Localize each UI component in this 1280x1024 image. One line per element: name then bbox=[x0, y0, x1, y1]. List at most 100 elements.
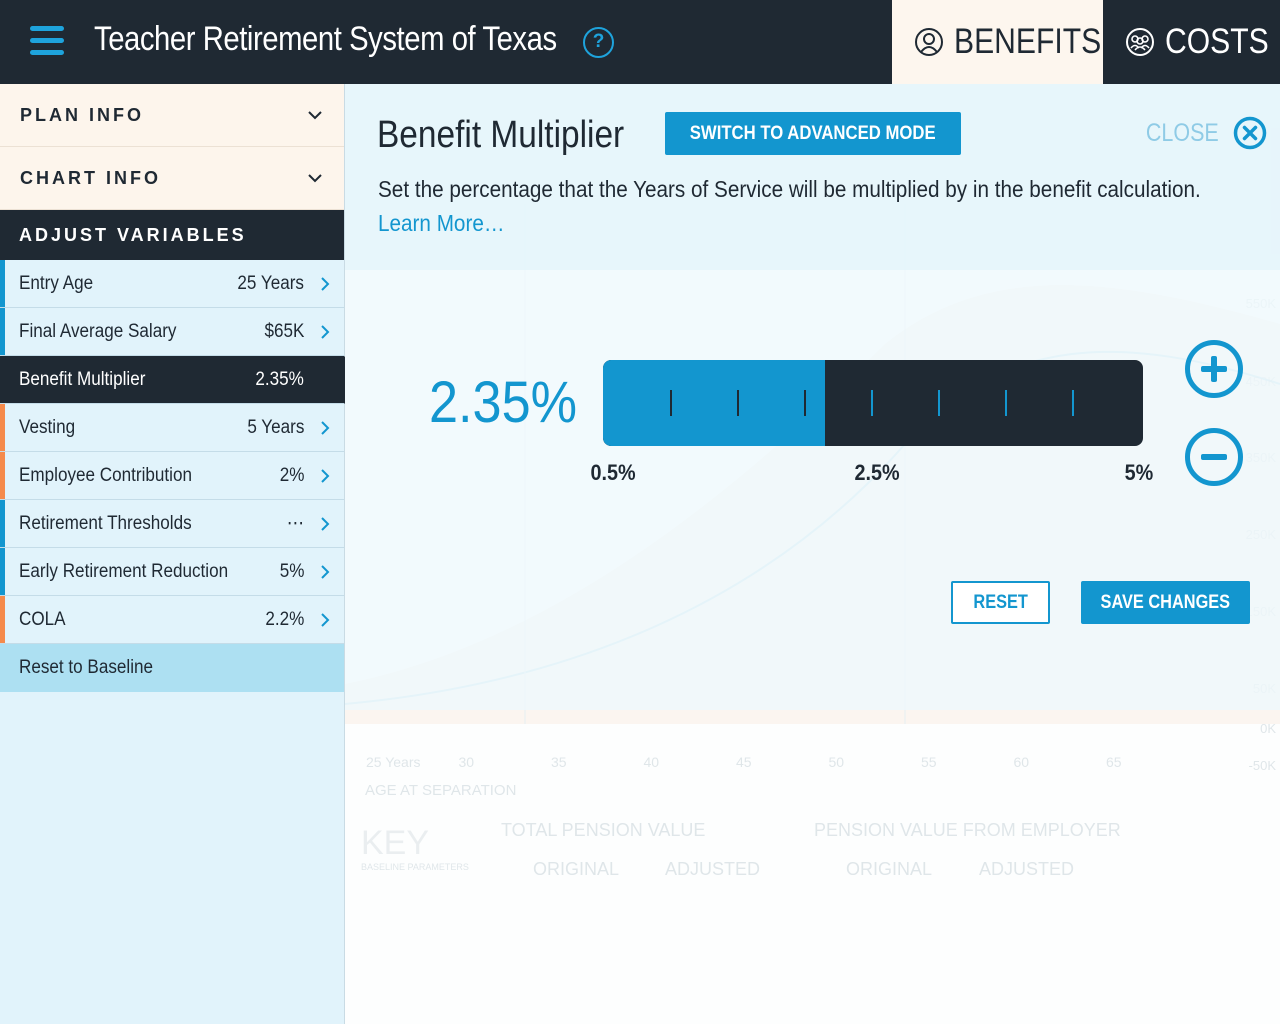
sidebar-item-retirement-thresholds[interactable]: Retirement Thresholds ⋯ bbox=[0, 500, 344, 548]
variable-value: 25 Years bbox=[237, 272, 304, 294]
panel-title: Benefit Multiplier bbox=[377, 114, 625, 156]
variable-name: Early Retirement Reduction bbox=[19, 560, 229, 582]
chevron-down-icon bbox=[308, 111, 322, 120]
sidebar-item-benefit-multiplier[interactable]: Benefit Multiplier 2.35% bbox=[0, 356, 344, 404]
category-color-bar bbox=[0, 260, 5, 307]
tab-benefits-label: BENEFITS bbox=[954, 22, 1102, 61]
variable-value: 2.2% bbox=[265, 608, 304, 630]
chevron-down-icon bbox=[308, 174, 322, 183]
variable-name: Retirement Thresholds bbox=[19, 512, 192, 534]
slider-tick bbox=[804, 390, 806, 416]
category-color-bar bbox=[0, 404, 5, 451]
reset-button-label: RESET bbox=[973, 591, 1028, 613]
background-x-tick: 55 bbox=[921, 754, 937, 770]
slider-tick bbox=[871, 390, 873, 416]
chevron-right-icon bbox=[321, 517, 330, 531]
top-header: Teacher Retirement System of Texas ? BEN… bbox=[0, 0, 1280, 84]
sidebar-item-entry-age[interactable]: Entry Age 25 Years bbox=[0, 260, 344, 308]
background-x-tick: 50 bbox=[828, 754, 845, 770]
variable-list: Entry Age 25 Years Final Average Salary $65… bbox=[0, 260, 344, 644]
hamburger-menu-icon[interactable] bbox=[30, 26, 64, 56]
decrease-button-minus-icon[interactable] bbox=[1185, 428, 1243, 486]
reset-to-baseline-label: Reset to Baseline bbox=[19, 657, 154, 678]
tab-costs-label: COSTS bbox=[1165, 22, 1269, 61]
reset-button[interactable]: RESET bbox=[951, 581, 1050, 624]
background-y-tick: 0K bbox=[1260, 721, 1276, 736]
background-x-tick: 30 bbox=[458, 754, 475, 770]
current-value-display: 2.35% bbox=[429, 370, 578, 435]
background-x-tick: 40 bbox=[643, 754, 660, 770]
save-changes-label: SAVE CHANGES bbox=[1100, 591, 1231, 613]
legend-item: ADJUSTED bbox=[665, 859, 761, 879]
main-area: 550K450K350K250K150K50K0K-50K 25 Years30… bbox=[345, 84, 1280, 1024]
adjust-variables-heading: ADJUST VARIABLES bbox=[0, 210, 344, 260]
switch-advanced-mode-button[interactable]: SWITCH TO ADVANCED MODE bbox=[665, 112, 961, 155]
slider-tick bbox=[1072, 390, 1074, 416]
variable-value: 2.35% bbox=[255, 368, 304, 390]
sidebar-item-employee-contribution[interactable]: Employee Contribution 2% bbox=[0, 452, 344, 500]
slider-min-label: 0.5% bbox=[590, 460, 636, 485]
category-color-bar bbox=[0, 452, 5, 499]
slider-tick bbox=[1005, 390, 1007, 416]
slider-tick bbox=[938, 390, 940, 416]
help-icon[interactable]: ? bbox=[583, 27, 614, 58]
increase-button-plus-icon[interactable] bbox=[1185, 340, 1243, 398]
legend-item: ORIGINAL bbox=[846, 859, 933, 879]
background-key-title: KEY bbox=[361, 824, 430, 862]
app-title: Teacher Retirement System of Texas bbox=[94, 20, 557, 58]
variable-name: Employee Contribution bbox=[19, 464, 192, 486]
variable-value: $65K bbox=[264, 320, 304, 342]
sidebar: PLAN INFO CHART INFO ADJUST VARIABLES En… bbox=[0, 84, 345, 1024]
category-color-bar bbox=[0, 548, 5, 595]
legend-group-title: PENSION VALUE FROM EMPLOYER bbox=[814, 820, 1121, 840]
chevron-right-icon bbox=[321, 565, 330, 579]
multiplier-slider[interactable] bbox=[603, 360, 1143, 446]
variable-value: 5 Years bbox=[246, 416, 304, 438]
chart-info-accordion[interactable]: CHART INFO bbox=[0, 147, 344, 210]
slider-mid-label: 2.5% bbox=[854, 460, 900, 485]
chart-info-label: CHART INFO bbox=[20, 167, 161, 188]
learn-more-link[interactable]: Learn More… bbox=[378, 210, 505, 237]
sidebar-item-early-retirement-reduction[interactable]: Early Retirement Reduction 5% bbox=[0, 548, 344, 596]
slider-tick bbox=[670, 390, 672, 416]
sidebar-item-cola[interactable]: COLA 2.2% bbox=[0, 596, 344, 644]
sidebar-item-vesting[interactable]: Vesting 5 Years bbox=[0, 404, 344, 452]
background-x-axis-label: AGE AT SEPARATION bbox=[365, 782, 517, 799]
category-color-bar bbox=[0, 596, 5, 643]
person-icon bbox=[915, 28, 943, 56]
background-x-tick: 45 bbox=[736, 754, 752, 770]
tab-costs[interactable]: COSTS bbox=[1103, 0, 1280, 84]
sidebar-item-final-average-salary[interactable]: Final Average Salary $65K bbox=[0, 308, 344, 356]
variable-value: ⋯ bbox=[286, 513, 304, 534]
chevron-right-icon bbox=[321, 277, 330, 291]
reset-to-baseline-button[interactable]: Reset to Baseline bbox=[0, 644, 344, 692]
tab-benefits[interactable]: BENEFITS bbox=[892, 0, 1103, 84]
background-x-tick: 65 bbox=[1106, 754, 1122, 770]
save-changes-button[interactable]: SAVE CHANGES bbox=[1081, 581, 1250, 624]
slider-fill bbox=[603, 360, 825, 446]
chevron-right-icon bbox=[321, 613, 330, 627]
chevron-right-icon bbox=[321, 469, 330, 483]
variable-value: 5% bbox=[279, 560, 304, 582]
legend-item: ADJUSTED bbox=[979, 859, 1075, 879]
switch-advanced-mode-label: SWITCH TO ADVANCED MODE bbox=[690, 122, 936, 144]
legend-group-title: TOTAL PENSION VALUE bbox=[501, 820, 706, 840]
close-label: CLOSE bbox=[1145, 118, 1219, 147]
variable-value: 2% bbox=[279, 464, 304, 486]
close-icon bbox=[1233, 116, 1267, 150]
close-button[interactable]: CLOSE bbox=[1134, 116, 1267, 150]
background-x-tick: 60 bbox=[1013, 754, 1030, 770]
plan-info-accordion[interactable]: PLAN INFO bbox=[0, 84, 344, 147]
legend-item: ORIGINAL bbox=[533, 859, 620, 879]
chevron-right-icon bbox=[321, 421, 330, 435]
background-x-tick: 25 Years bbox=[366, 754, 421, 770]
slider-max-label: 5% bbox=[1124, 460, 1154, 485]
category-color-bar bbox=[0, 308, 5, 355]
background-x-tick: 35 bbox=[551, 754, 567, 770]
background-key-subtitle: BASELINE PARAMETERS bbox=[361, 862, 469, 872]
category-color-bar bbox=[0, 356, 5, 403]
slider-tick bbox=[737, 390, 739, 416]
panel-description: Set the percentage that the Years of Ser… bbox=[378, 176, 1201, 202]
chevron-right-icon bbox=[321, 325, 330, 339]
plan-info-label: PLAN INFO bbox=[20, 104, 144, 125]
